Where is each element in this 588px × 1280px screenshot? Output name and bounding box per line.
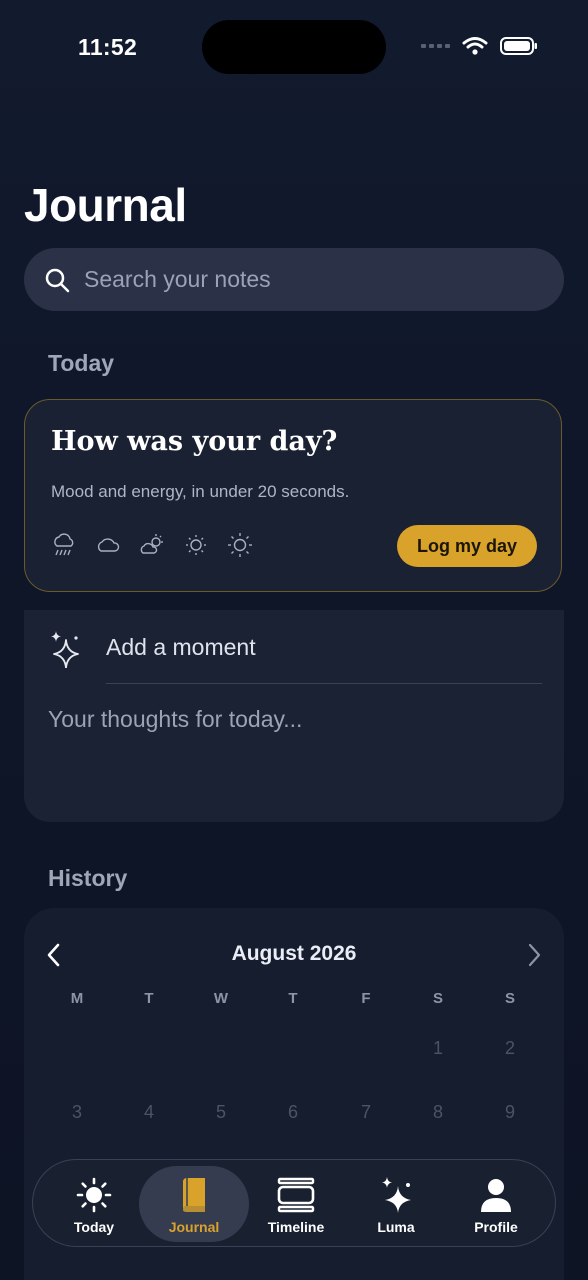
- weekday-label: F: [361, 990, 371, 1007]
- tab-label: Profile: [474, 1219, 518, 1235]
- calendar-day[interactable]: 1: [423, 1038, 453, 1059]
- thoughts-input[interactable]: Your thoughts for today...: [48, 706, 302, 733]
- calendar-day[interactable]: 7: [351, 1102, 381, 1123]
- dynamic-island: [202, 20, 386, 74]
- calendar-day[interactable]: 6: [278, 1102, 308, 1123]
- tab-label: Timeline: [267, 1219, 325, 1235]
- status-time: 11:52: [78, 34, 138, 60]
- weekday-label: W: [213, 990, 229, 1007]
- log-my-day-button[interactable]: Log my day: [397, 525, 537, 567]
- sparkle-icon: [382, 1177, 411, 1213]
- tab-label: Journal: [168, 1219, 220, 1235]
- battery-icon: [500, 37, 537, 55]
- divider: [106, 683, 542, 684]
- calendar-day[interactable]: 3: [62, 1102, 92, 1123]
- mood-prompt-card[interactable]: How was your day? Mood and energy, in un…: [24, 399, 562, 592]
- calendar-day[interactable]: 9: [495, 1102, 525, 1123]
- add-moment-label[interactable]: Add a moment: [106, 634, 256, 661]
- tab-luma[interactable]: Luma: [341, 1166, 451, 1242]
- prompt-title: How was your day?: [51, 426, 338, 457]
- calendar-month: August 2026: [231, 942, 357, 965]
- weekday-label: S: [432, 990, 443, 1007]
- sun-icon[interactable]: [227, 532, 253, 558]
- rain-cloud-icon[interactable]: [51, 532, 77, 558]
- calendar-day[interactable]: 5: [206, 1102, 236, 1123]
- sun-icon: [76, 1177, 112, 1213]
- cloud-icon[interactable]: [95, 532, 121, 558]
- mood-scale: [51, 532, 253, 558]
- search-icon: [45, 268, 70, 292]
- weekday-label: T: [288, 990, 298, 1007]
- calendar-day[interactable]: 4: [134, 1102, 164, 1123]
- sun-small-icon[interactable]: [183, 532, 209, 558]
- tab-today[interactable]: Today: [39, 1166, 149, 1242]
- calendar-day[interactable]: 2: [495, 1038, 525, 1059]
- wifi-icon: [462, 37, 488, 55]
- cellular-signal-icon: [421, 44, 450, 48]
- chevron-right-icon[interactable]: [524, 942, 544, 968]
- search-input[interactable]: [82, 265, 526, 294]
- search-bar[interactable]: [24, 248, 564, 311]
- partly-sunny-icon[interactable]: [139, 532, 165, 558]
- weekday-label: M: [70, 990, 84, 1007]
- person-icon: [481, 1179, 511, 1212]
- prompt-subtitle: Mood and energy, in under 20 seconds.: [51, 482, 350, 501]
- tab-profile[interactable]: Profile: [441, 1166, 551, 1242]
- add-moment-card[interactable]: Add a moment Your thoughts for today...: [24, 610, 564, 822]
- section-history-label: History: [48, 865, 128, 891]
- calendar-day[interactable]: 8: [423, 1102, 453, 1123]
- weekday-label: S: [504, 990, 515, 1007]
- timeline-icon: [277, 1177, 315, 1213]
- tab-label: Today: [73, 1219, 115, 1235]
- section-today-label: Today: [48, 350, 115, 376]
- book-icon: [183, 1178, 205, 1212]
- sparkle-icon: [51, 631, 79, 668]
- weekday-label: T: [144, 990, 154, 1007]
- tab-timeline[interactable]: Timeline: [241, 1166, 351, 1242]
- tab-journal[interactable]: Journal: [139, 1166, 249, 1242]
- page-title: Journal: [24, 179, 187, 231]
- status-icons: [421, 36, 538, 56]
- tab-label: Luma: [377, 1219, 415, 1235]
- tab-bar: Today Journal Timeline Luma Profile: [32, 1159, 556, 1247]
